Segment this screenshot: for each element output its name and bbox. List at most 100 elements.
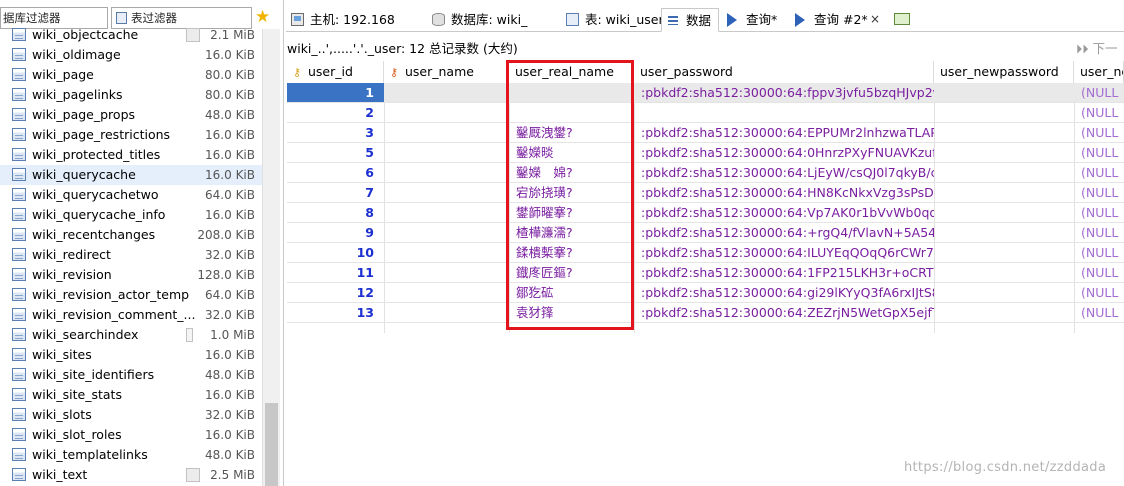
cell-password[interactable]: :pbkdf2:sha512:30000:64:HN8KcNkxVzg3sPsD… [634, 183, 934, 203]
cell-ne[interactable]: (NULL [1074, 143, 1124, 163]
cell-ne[interactable]: (NULL [1074, 103, 1124, 123]
cell-real[interactable]: 鄒犵砿 [509, 283, 634, 303]
table-list-item[interactable]: wiki_pagelinks 80.0 KiB [0, 85, 262, 105]
cell-real[interactable]: 鍒樻槧搴? [509, 243, 634, 263]
cell-real[interactable]: 鐢韴曜搴? [509, 203, 634, 223]
cell-real[interactable]: 鑿厩洩鐢? [509, 123, 634, 143]
tab-5[interactable]: 查询 #2* × [790, 8, 886, 32]
cell-id[interactable]: 7 [287, 183, 384, 203]
cell-name[interactable] [384, 303, 509, 323]
cell-newpassword[interactable] [934, 183, 1074, 203]
cell-ne[interactable]: (NULL [1074, 283, 1124, 303]
cell-real[interactable]: 鑿嬫晱 [509, 143, 634, 163]
table-list-item[interactable]: wiki_searchindex 1.0 MiB [0, 325, 262, 345]
next-page-button[interactable]: ⏵⏵ 下一 [1076, 38, 1118, 57]
column-header[interactable]: user_password [634, 61, 934, 83]
cell-ne[interactable]: (NULL [1074, 303, 1124, 323]
table-row[interactable]: 1 :pbkdf2:sha512:30000:64:fppv3jvfu5bzqHJ… [287, 83, 1124, 103]
cell-newpassword[interactable] [934, 203, 1074, 223]
table-row[interactable]: 3 鑿厩洩鐢?:pbkdf2:sha512:30000:64:EPPUMr2lnh… [287, 123, 1124, 143]
table-list-item[interactable]: wiki_site_stats 16.0 KiB [0, 385, 262, 405]
column-header[interactable]: user_ne [1074, 61, 1124, 83]
cell-real[interactable]: 鑿嬫 婂? [509, 163, 634, 183]
table-row[interactable]: 11 鐡庝匠鏂?:pbkdf2:sha512:30000:64:1FP215LKH… [287, 263, 1124, 283]
cell-name[interactable] [384, 183, 509, 203]
table-row[interactable]: 7 宕旀挠璜?:pbkdf2:sha512:30000:64:HN8KcNkxVz… [287, 183, 1124, 203]
tab-3[interactable]: 数据 [661, 8, 719, 32]
cell-real[interactable]: 宕旀挠璜? [509, 183, 634, 203]
table-list-item[interactable]: wiki_sites 16.0 KiB [0, 345, 262, 365]
cell-ne[interactable]: (NULL [1074, 183, 1124, 203]
table-list-item[interactable]: wiki_page_props 48.0 KiB [0, 105, 262, 125]
table-row[interactable]: 5 鑿嬫晱:pbkdf2:sha512:30000:64:0HnrzPXyFNUA… [287, 143, 1124, 163]
cell-real[interactable]: 楂樺濂濡? [509, 223, 634, 243]
table-row[interactable]: 10 鍒樻槧搴?:pbkdf2:sha512:30000:64:ILUYEqQOq… [287, 243, 1124, 263]
scrollbar-thumb[interactable] [265, 403, 278, 486]
table-list-item[interactable]: wiki_page 80.0 KiB [0, 65, 262, 85]
table-list-scrollbar[interactable] [262, 29, 280, 486]
cell-ne[interactable]: (NULL [1074, 203, 1124, 223]
cell-real[interactable]: 袁犲箨 [509, 303, 634, 323]
table-row[interactable]: 13 袁犲箨:pbkdf2:sha512:30000:64:ZEZrjN5WetG… [287, 303, 1124, 323]
cell-id[interactable]: 12 [287, 283, 384, 303]
cell-id[interactable]: 9 [287, 223, 384, 243]
table-list-item[interactable]: wiki_page_restrictions 16.0 KiB [0, 125, 262, 145]
cell-password[interactable] [634, 103, 934, 123]
cell-password[interactable]: :pbkdf2:sha512:30000:64:gi29lKYyQ3fA6rxI… [634, 283, 934, 303]
table-list-item[interactable]: wiki_objectcache 2.1 MiB [0, 25, 262, 45]
cell-name[interactable] [384, 223, 509, 243]
new-query-tab-icon[interactable] [894, 13, 910, 25]
tab-0[interactable]: 主机: 192.168 [286, 8, 424, 32]
table-list-item[interactable]: wiki_site_identifiers 48.0 KiB [0, 365, 262, 385]
cell-password[interactable]: :pbkdf2:sha512:30000:64:ILUYEqQOqQ6rCWr7… [634, 243, 934, 263]
table-row[interactable]: 2 (NULL [287, 103, 1124, 123]
cell-id[interactable]: 2 [287, 103, 384, 123]
table-list-item[interactable]: wiki_querycachetwo 64.0 KiB [0, 185, 262, 205]
cell-newpassword[interactable] [934, 103, 1074, 123]
cell-id[interactable]: 6 [287, 163, 384, 183]
cell-ne[interactable]: (NULL [1074, 263, 1124, 283]
cell-password[interactable]: :pbkdf2:sha512:30000:64:fppv3jvfu5bzqHJv… [634, 83, 934, 103]
cell-newpassword[interactable] [934, 163, 1074, 183]
cell-newpassword[interactable] [934, 143, 1074, 163]
cell-name[interactable] [384, 163, 509, 183]
tab-2[interactable]: 表: wiki_user [561, 8, 664, 32]
cell-password[interactable]: :pbkdf2:sha512:30000:64:0HnrzPXyFNUAVKzu… [634, 143, 934, 163]
cell-name[interactable] [384, 123, 509, 143]
cell-name[interactable] [384, 283, 509, 303]
cell-id[interactable]: 5 [287, 143, 384, 163]
cell-ne[interactable]: (NULL [1074, 163, 1124, 183]
cell-newpassword[interactable] [934, 263, 1074, 283]
cell-name[interactable] [384, 243, 509, 263]
cell-id[interactable]: 1 [287, 83, 384, 103]
cell-real[interactable] [509, 103, 634, 123]
cell-id[interactable]: 3 [287, 123, 384, 143]
table-list-item[interactable]: wiki_querycache_info 16.0 KiB [0, 205, 262, 225]
column-header[interactable]: user_real_name [509, 61, 634, 83]
column-header[interactable]: user_newpassword [934, 61, 1074, 83]
cell-id[interactable]: 11 [287, 263, 384, 283]
table-list-item[interactable]: wiki_templatelinks 48.0 KiB [0, 445, 262, 465]
cell-ne[interactable]: (NULL [1074, 83, 1124, 103]
cell-id[interactable]: 13 [287, 303, 384, 323]
cell-password[interactable]: :pbkdf2:sha512:30000:64:1FP215LKH3r+oCRT… [634, 263, 934, 283]
cell-newpassword[interactable] [934, 283, 1074, 303]
cell-id[interactable]: 10 [287, 243, 384, 263]
tab-4[interactable]: 查询* [722, 8, 787, 32]
cell-ne[interactable]: (NULL [1074, 123, 1124, 143]
table-list-item[interactable]: wiki_revision_actor_temp 64.0 KiB [0, 285, 262, 305]
table-list-item[interactable]: wiki_recentchanges 208.0 KiB [0, 225, 262, 245]
table-list-item[interactable]: wiki_querycache 16.0 KiB [0, 165, 262, 185]
cell-newpassword[interactable] [934, 223, 1074, 243]
cell-ne[interactable]: (NULL [1074, 243, 1124, 263]
cell-id[interactable]: 8 [287, 203, 384, 223]
column-header[interactable]: ⚷ user_name [384, 61, 509, 83]
cell-newpassword[interactable] [934, 243, 1074, 263]
cell-password[interactable]: :pbkdf2:sha512:30000:64:EPPUMr2lnhzwaTLA… [634, 123, 934, 143]
column-header[interactable]: ⚷ user_id [287, 61, 384, 83]
table-row[interactable]: 8 鐢韴曜搴?:pbkdf2:sha512:30000:64:Vp7AK0r1bV… [287, 203, 1124, 223]
cell-password[interactable]: :pbkdf2:sha512:30000:64:LjEyW/csQJ0l7qky… [634, 163, 934, 183]
cell-password[interactable]: :pbkdf2:sha512:30000:64:ZEZrjN5WetGpX5ej… [634, 303, 934, 323]
cell-password[interactable]: :pbkdf2:sha512:30000:64:Vp7AK0r1bVvWb0qo… [634, 203, 934, 223]
cell-newpassword[interactable] [934, 303, 1074, 323]
